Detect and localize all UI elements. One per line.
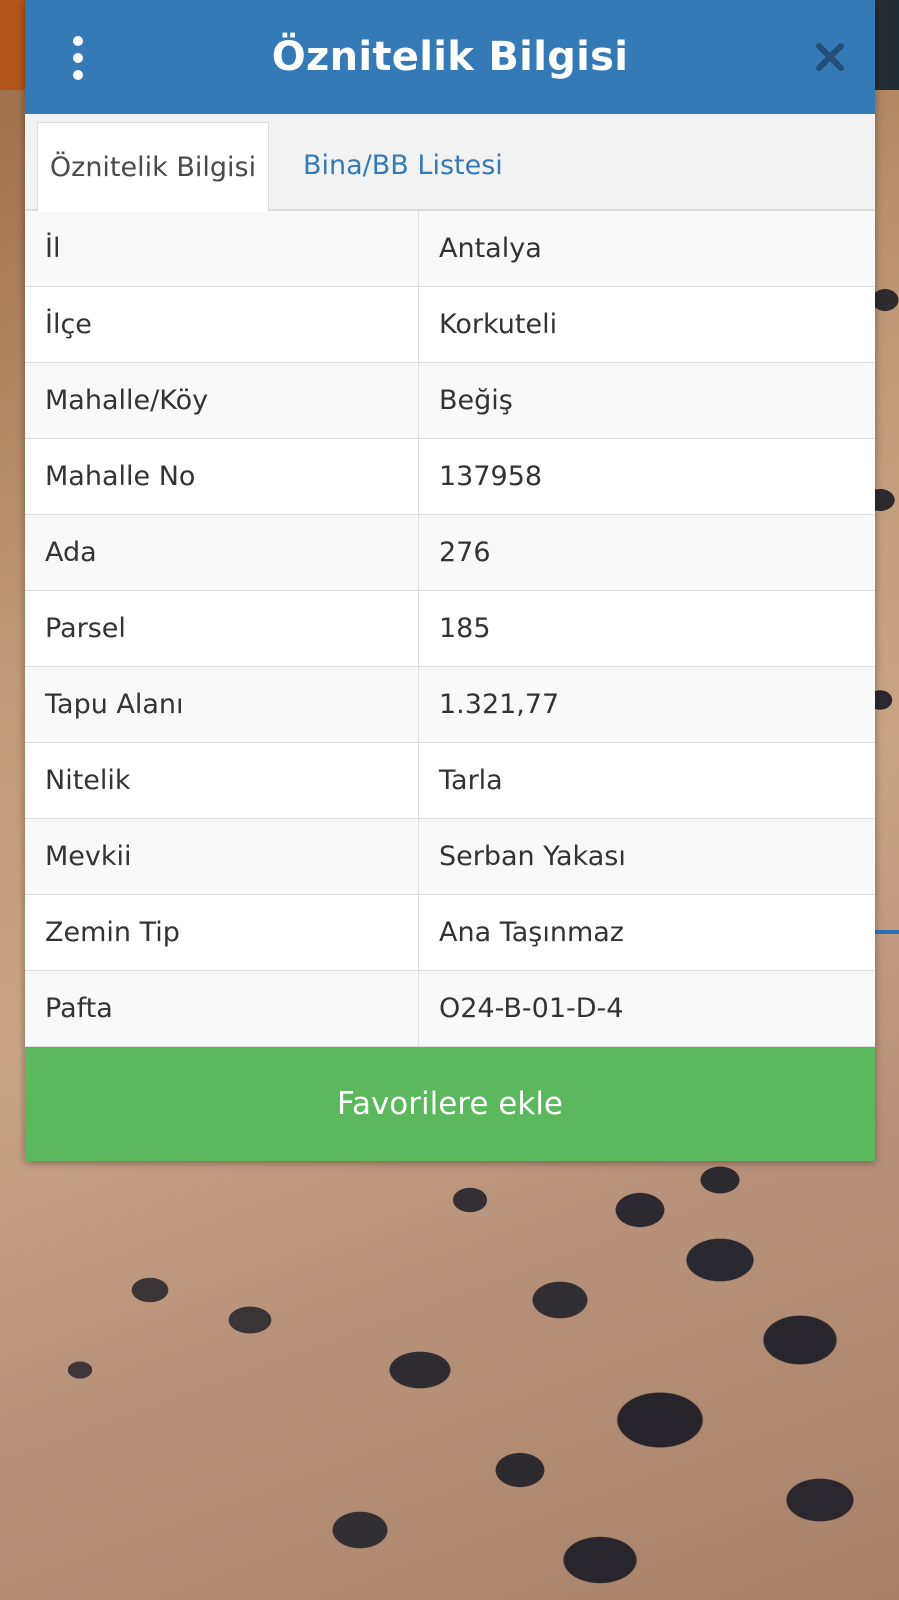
table-row: Zemin Tip Ana Taşınmaz (25, 894, 875, 971)
tab-building-list[interactable]: Bina/BB Listesi (293, 122, 513, 209)
close-icon[interactable] (815, 42, 845, 72)
attribute-key: Mahalle/Köy (25, 362, 419, 439)
attribute-key: İlçe (25, 286, 419, 363)
attribute-value: Ana Taşınmaz (418, 894, 875, 971)
table-row: Mevkii Serban Yakası (25, 818, 875, 895)
attribute-key: Mahalle No (25, 438, 419, 515)
attribute-table: İl Antalya İlçe Korkuteli Mahalle/Köy Beğiş Ma… (25, 210, 875, 1047)
attribute-value: Beğiş (418, 362, 875, 439)
table-row: Nitelik Tarla (25, 742, 875, 819)
tab-bar: Öznitelik Bilgisi Bina/BB Listesi (25, 114, 875, 212)
attribute-key: Zemin Tip (25, 894, 419, 971)
attribute-key: İl (25, 210, 419, 287)
table-row: Ada 276 (25, 514, 875, 591)
attribute-value: 185 (418, 590, 875, 667)
attribute-value: Serban Yakası (418, 818, 875, 895)
attribute-key: Mevkii (25, 818, 419, 895)
table-row: İlçe Korkuteli (25, 286, 875, 363)
add-to-favorites-button[interactable]: Favorilere ekle (25, 1047, 875, 1161)
map-blue-marker (874, 930, 899, 934)
table-row: Pafta O24-B-01-D-4 (25, 970, 875, 1047)
table-row: Tapu Alanı 1.321,77 (25, 666, 875, 743)
attribute-value: Tarla (418, 742, 875, 819)
dialog-header: Öznitelik Bilgisi (25, 0, 875, 114)
tab-attribute-info[interactable]: Öznitelik Bilgisi (37, 122, 269, 212)
attribute-value: Korkuteli (418, 286, 875, 363)
attribute-key: Ada (25, 514, 419, 591)
attribute-key: Tapu Alanı (25, 666, 419, 743)
attribute-value: 1.321,77 (418, 666, 875, 743)
attribute-value: Antalya (418, 210, 875, 287)
attribute-value: 276 (418, 514, 875, 591)
attribute-key: Parsel (25, 590, 419, 667)
table-row: Parsel 185 (25, 590, 875, 667)
attribute-value: O24-B-01-D-4 (418, 970, 875, 1047)
table-row: İl Antalya (25, 210, 875, 287)
attribute-dialog: Öznitelik Bilgisi Öznitelik Bilgisi Bina… (25, 0, 875, 1161)
attribute-key: Pafta (25, 970, 419, 1047)
dialog-title: Öznitelik Bilgisi (271, 34, 629, 80)
table-row: Mahalle/Köy Beğiş (25, 362, 875, 439)
attribute-value: 137958 (418, 438, 875, 515)
attribute-key: Nitelik (25, 742, 419, 819)
table-row: Mahalle No 137958 (25, 438, 875, 515)
